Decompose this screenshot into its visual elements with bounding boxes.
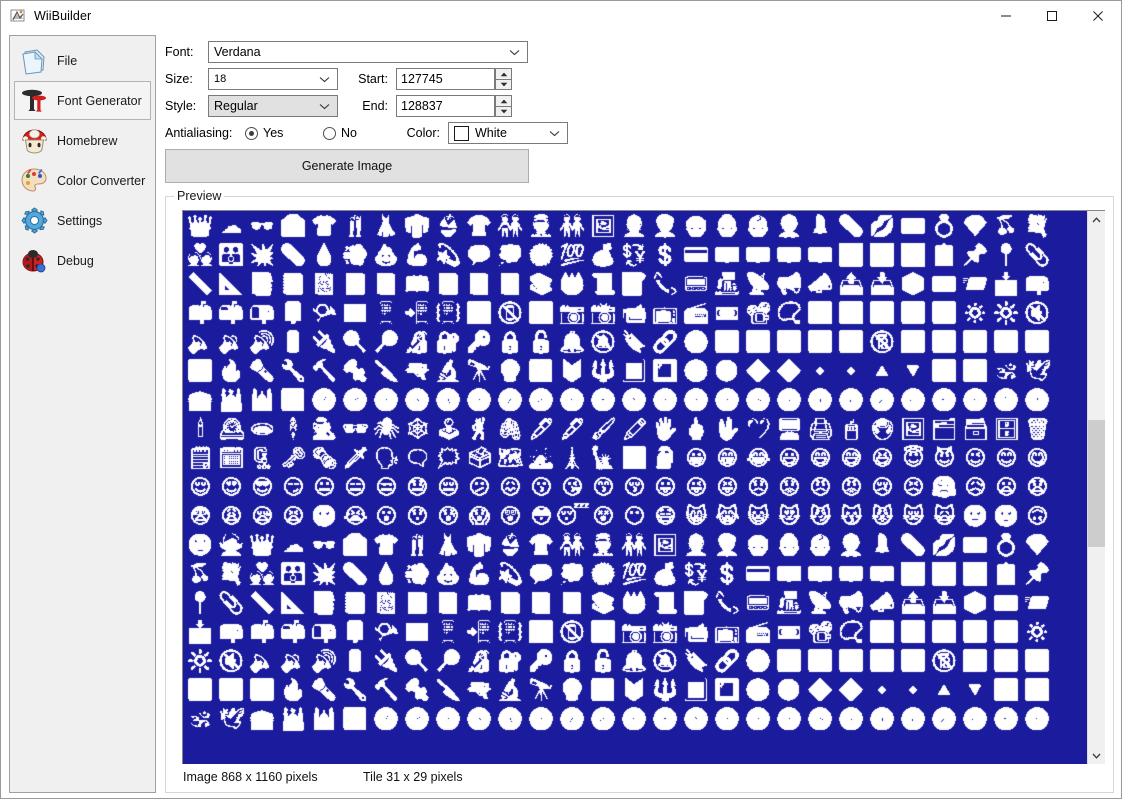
sidebar-item-label: File [57,53,78,68]
window-title: WiiBuilder [34,8,92,23]
antialiasing-color-row: Antialiasing: Yes No Color: White [165,122,1114,144]
glyph-preview-canvas-wrap[interactable] [183,211,1087,764]
sidebar-item-homebrew[interactable]: Homebrew [14,121,151,160]
sidebar: File Font Generator Homebrew Color Conve… [9,35,156,793]
ladybug-icon [19,245,50,276]
app-window: WiiBuilder File Font Generator Homebrew … [0,0,1122,799]
font-row: Font: Verdana [165,41,1114,63]
antialiasing-yes-label: Yes [263,126,284,140]
caret-down-icon [500,109,507,114]
antialiasing-label: Antialiasing: [165,126,233,140]
chevron-down-icon [509,45,520,59]
caret-up-icon [500,72,507,76]
start-input[interactable]: 127745 [396,68,495,90]
generate-image-button[interactable]: Generate Image [165,149,529,183]
glyph-preview-canvas[interactable] [183,211,1059,732]
maximize-button[interactable] [1029,1,1075,30]
end-value: 128837 [401,99,443,113]
app-icon [10,8,26,24]
chevron-down-icon [549,126,560,140]
size-start-row: Size: 18 Start: 127745 [165,68,1114,90]
scroll-up-button[interactable] [1088,211,1105,228]
main-panel: Font: Verdana Size: 18 Start: 127745 Sty… [165,35,1114,793]
chevron-up-icon [1092,216,1101,222]
window-controls [983,1,1121,30]
preview-group: Preview Image 868 x 1160 pixels Tile 31 … [165,189,1114,793]
preview-area [182,210,1105,764]
sidebar-item-settings[interactable]: Settings [14,201,151,240]
start-stepper-up[interactable] [495,68,512,79]
color-label: Color: [406,126,440,140]
color-value: White [475,126,507,140]
title-bar: WiiBuilder [1,1,1121,30]
style-label: Style: [165,99,197,113]
image-size-info: Image 868 x 1160 pixels [183,770,318,784]
mushroom-icon [19,125,50,156]
scroll-track[interactable] [1088,228,1105,747]
font-settings-form: Font: Verdana Size: 18 Start: 127745 Sty… [165,35,1114,183]
radio-yes-icon [245,126,258,140]
close-icon [1093,10,1103,21]
sidebar-item-debug[interactable]: Debug [14,241,151,280]
preview-group-title: Preview [174,189,225,203]
sidebar-item-label: Font Generator [57,93,142,108]
end-stepper-down[interactable] [495,106,512,117]
end-label: End: [362,99,388,113]
sidebar-item-label: Debug [57,253,94,268]
tile-size-info: Tile 31 x 29 pixels [363,770,463,784]
font-generator-icon [19,85,50,116]
antialiasing-yes-option[interactable]: Yes [245,126,313,140]
size-value: 18 [214,73,227,85]
start-label: Start: [358,72,388,86]
antialiasing-no-option[interactable]: No [323,126,388,140]
font-label: Font: [165,45,194,59]
chevron-down-icon [319,72,330,86]
end-input[interactable]: 128837 [396,95,495,117]
content-area: File Font Generator Homebrew Color Conve… [1,30,1121,798]
palette-icon [19,165,50,196]
size-label: Size: [165,72,193,86]
style-select[interactable]: Regular [208,95,338,117]
caret-down-icon [500,82,507,87]
minimize-icon [1001,15,1011,16]
end-stepper-up[interactable] [495,95,512,106]
color-swatch [454,125,469,141]
minimize-button[interactable] [983,1,1029,30]
start-stepper[interactable] [495,68,512,90]
sidebar-item-color-converter[interactable]: Color Converter [14,161,151,200]
gear-icon [19,205,50,236]
preview-status-bar: Image 868 x 1160 pixels Tile 31 x 29 pix… [183,770,1105,784]
font-select[interactable]: Verdana [208,41,528,63]
font-value: Verdana [214,45,261,59]
chevron-down-icon [319,99,330,113]
size-select[interactable]: 18 [208,68,338,90]
close-button[interactable] [1075,1,1121,30]
style-value: Regular [214,99,258,113]
scroll-down-button[interactable] [1088,747,1105,764]
end-stepper[interactable] [495,95,512,117]
caret-up-icon [500,99,507,103]
sidebar-item-label: Settings [57,213,103,228]
chevron-down-icon [1092,753,1101,759]
scroll-thumb[interactable] [1088,420,1105,548]
file-icon [19,45,50,76]
preview-vertical-scrollbar[interactable] [1087,211,1105,764]
radio-no-icon [323,126,336,140]
sidebar-item-label: Color Converter [57,173,146,188]
style-end-row: Style: Regular End: 128837 [165,95,1114,117]
antialiasing-no-label: No [341,126,357,140]
sidebar-item-file[interactable]: File [14,41,151,80]
start-stepper-down[interactable] [495,79,512,90]
color-select[interactable]: White [448,122,568,144]
maximize-icon [1047,10,1057,21]
sidebar-item-label: Homebrew [57,133,118,148]
sidebar-item-font-generator[interactable]: Font Generator [14,81,151,120]
start-value: 127745 [401,72,443,86]
